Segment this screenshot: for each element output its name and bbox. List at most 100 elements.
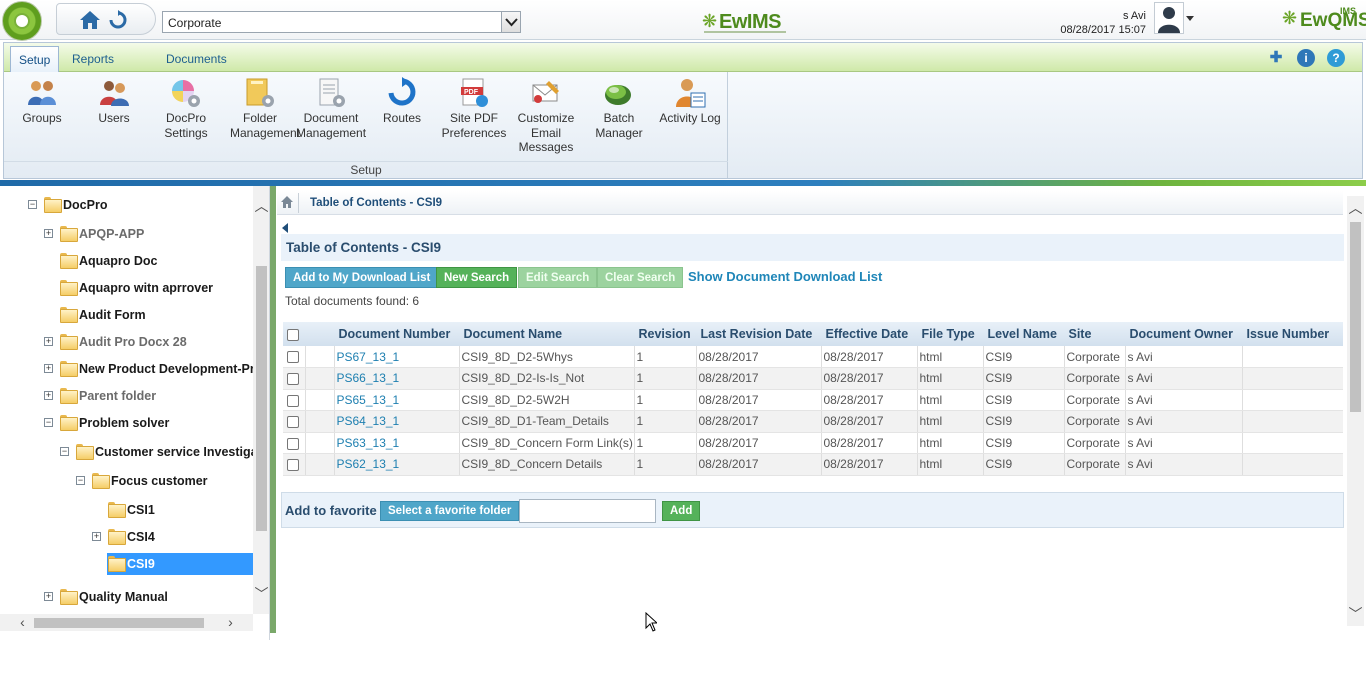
tab-reports[interactable]: Reports (64, 46, 122, 72)
row-checkbox[interactable] (287, 394, 299, 407)
tree-node[interactable]: Aquapro witn aprrover (0, 278, 253, 300)
collapse-panel-icon[interactable] (282, 223, 288, 233)
ribbon-docpro-settings-button[interactable]: DocPro Settings (156, 77, 216, 140)
ribbon-routes-button[interactable]: Routes (378, 77, 426, 126)
tree-vertical-scrollbar[interactable]: ︿ ﹀ (253, 186, 269, 614)
add-favorite-button[interactable]: Add (662, 501, 701, 521)
document-number-link[interactable]: PS66_13_1 (333, 367, 459, 390)
show-download-list-link[interactable]: Show Document Download List (688, 269, 882, 284)
document-number-link[interactable]: PS63_13_1 (333, 432, 459, 454)
tab-documents[interactable]: Documents (158, 46, 235, 72)
expand-icon[interactable]: + (44, 229, 53, 238)
panel-splitter[interactable] (270, 186, 276, 633)
row-checkbox[interactable] (287, 437, 299, 450)
expand-icon[interactable]: + (44, 337, 53, 346)
favorite-name-input[interactable] (519, 499, 656, 523)
tree-node[interactable]: − Focus customer (0, 471, 253, 493)
collapse-icon[interactable]: − (60, 447, 69, 456)
home-icon[interactable] (79, 9, 101, 31)
table-row[interactable]: PS63_13_1 CSI9_8D_Concern Form Link(s) 1 08… (283, 432, 1343, 454)
ribbon-activity-log-button[interactable]: Activity Log (658, 77, 722, 126)
scroll-left-icon[interactable]: ‹ (14, 614, 31, 631)
tree-node[interactable]: CSI9 (0, 553, 253, 576)
tree-horizontal-scrollbar[interactable]: ‹ › (0, 614, 253, 631)
site-select[interactable]: Corporate (162, 11, 521, 33)
main-scroll-thumb[interactable] (1350, 222, 1361, 412)
column-header[interactable]: Issue Number (1242, 322, 1343, 346)
expand-icon[interactable]: + (44, 364, 53, 373)
column-header[interactable]: Effective Date (821, 322, 917, 346)
column-header[interactable]: Document Number (334, 322, 459, 346)
tree-node[interactable]: Audit Form (0, 305, 253, 327)
scroll-up-icon[interactable]: ︿ (253, 198, 269, 215)
ribbon-users-button[interactable]: Users (90, 77, 138, 126)
column-header[interactable]: Last Revision Date (696, 322, 821, 346)
pin-icon[interactable]: ✚ (1267, 49, 1285, 67)
ribbon-document-management-button[interactable]: Document Management (296, 77, 366, 140)
row-checkbox[interactable] (287, 416, 299, 429)
ribbon-batch-manager-button[interactable]: Batch Manager (592, 77, 646, 140)
column-header[interactable]: Document Name (459, 322, 634, 346)
breadcrumb-current[interactable]: Table of Contents - CSI9 (310, 197, 442, 209)
user-menu-caret-icon[interactable] (1186, 16, 1194, 21)
row-checkbox[interactable] (287, 459, 299, 472)
row-checkbox[interactable] (287, 351, 299, 364)
document-number-link[interactable]: PS64_13_1 (333, 410, 459, 433)
document-number-link[interactable]: PS67_13_1 (333, 346, 459, 368)
chevron-down-icon[interactable] (501, 12, 520, 32)
scroll-down-icon[interactable]: ﹀ (253, 586, 269, 603)
scroll-right-icon[interactable]: › (222, 614, 239, 631)
ribbon-site-pdf-button[interactable]: PDF Site PDF Preferences (440, 77, 508, 140)
clear-search-button[interactable]: Clear Search (597, 267, 684, 288)
home-icon[interactable] (280, 195, 294, 209)
ribbon-email-button[interactable]: Customize Email Messages (514, 77, 578, 155)
expand-icon[interactable]: + (92, 532, 101, 541)
collapse-icon[interactable]: − (44, 418, 53, 427)
table-row[interactable]: PS62_13_1 CSI9_8D_Concern Details 1 08/28/2… (283, 453, 1343, 476)
user-avatar-icon[interactable] (1154, 2, 1184, 34)
tree-node[interactable]: − Problem solver (0, 413, 253, 435)
tree-node[interactable]: − Customer service Investigati (0, 442, 253, 464)
expand-icon[interactable]: + (44, 391, 53, 400)
tree-node[interactable]: + Quality Manual (0, 587, 253, 609)
tree-node[interactable]: + Audit Pro Docx 28 (0, 332, 253, 354)
column-header[interactable]: Revision (634, 322, 696, 346)
select-favorite-folder-button[interactable]: Select a favorite folder (380, 501, 520, 521)
tree-node[interactable]: − DocPro (0, 195, 253, 217)
edit-search-button[interactable]: Edit Search (518, 267, 598, 288)
table-row[interactable]: PS64_13_1 CSI9_8D_D1-Team_Details 1 08/28/2… (283, 410, 1343, 433)
tree-node[interactable]: Aquapro Doc (0, 251, 253, 273)
tree-node[interactable]: + New Product Development-Pro (0, 359, 253, 381)
column-header[interactable]: Level Name (983, 322, 1064, 346)
tree-node[interactable]: + Parent folder (0, 386, 253, 408)
ribbon-folder-management-button[interactable]: Folder Management (230, 77, 300, 140)
table-row[interactable]: PS67_13_1 CSI9_8D_D2-5Whys 1 08/28/2017 08/2… (283, 346, 1343, 368)
tree-node[interactable]: CSI1 (0, 500, 253, 522)
info-icon[interactable]: i (1297, 49, 1315, 67)
help-icon[interactable]: ? (1327, 49, 1345, 67)
row-checkbox[interactable] (287, 373, 299, 386)
add-to-download-list-button[interactable]: Add to My Download List (285, 267, 439, 288)
tree-scroll-thumb[interactable] (256, 266, 267, 531)
table-row[interactable]: PS65_13_1 CSI9_8D_D2-5W2H 1 08/28/2017 08/28… (283, 389, 1343, 411)
scroll-up-icon[interactable]: ︿ (1347, 200, 1364, 217)
column-header[interactable]: Document Owner (1125, 322, 1242, 346)
ribbon-groups-button[interactable]: Groups (18, 77, 66, 126)
main-vertical-scrollbar[interactable]: ︿ ﹀ (1347, 196, 1364, 626)
document-number-link[interactable]: PS65_13_1 (333, 389, 459, 411)
tree-hscroll-thumb[interactable] (34, 618, 204, 628)
document-number-link[interactable]: PS62_13_1 (333, 453, 459, 476)
refresh-icon[interactable] (108, 10, 128, 30)
new-search-button[interactable]: New Search (436, 267, 518, 288)
scroll-down-icon[interactable]: ﹀ (1347, 606, 1364, 623)
tree-node[interactable]: + CSI4 (0, 527, 253, 549)
tree-node[interactable]: + APQP-APP (0, 224, 253, 246)
column-header[interactable]: File Type (917, 322, 983, 346)
select-all-checkbox[interactable] (287, 328, 299, 341)
tab-setup[interactable]: Setup (10, 46, 60, 72)
table-row[interactable]: PS66_13_1 CSI9_8D_D2-Is-Is_Not 1 08/28/2017… (283, 367, 1343, 390)
collapse-icon[interactable]: − (28, 200, 37, 209)
brand-logo-icon[interactable] (2, 1, 42, 41)
column-header[interactable]: Site (1064, 322, 1125, 346)
expand-icon[interactable]: + (44, 592, 53, 601)
